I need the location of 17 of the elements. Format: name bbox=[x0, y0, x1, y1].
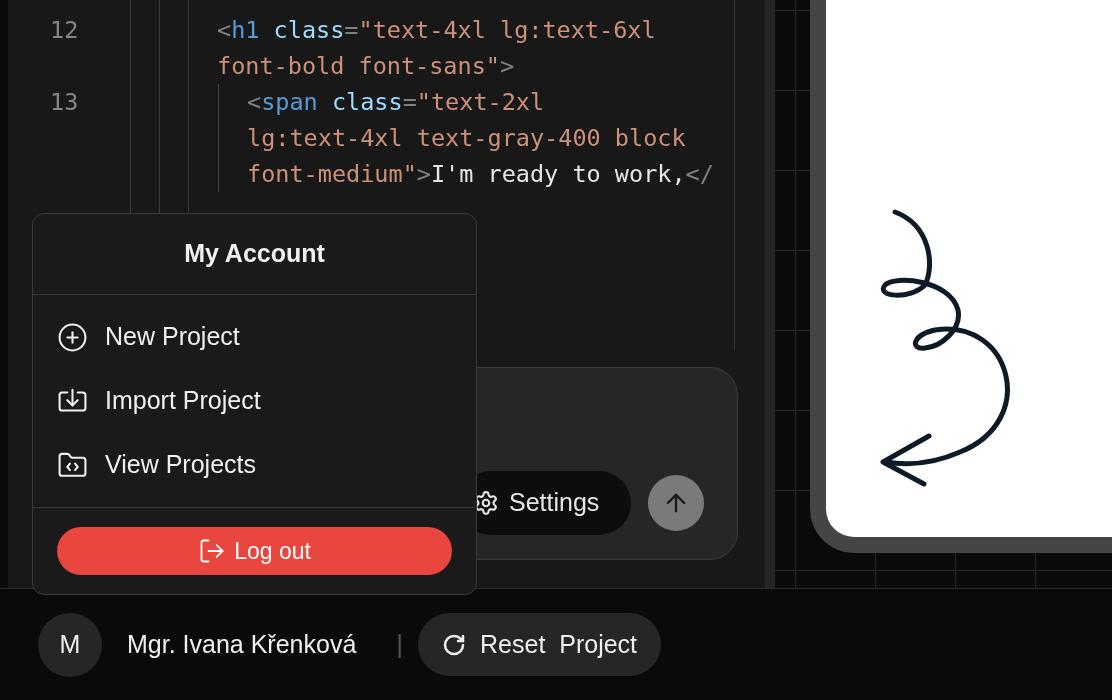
code-line: font-bold font-sans"> bbox=[217, 52, 515, 80]
separator: | bbox=[396, 628, 404, 661]
code-line: font-medium">I'm ready to work,</ bbox=[247, 160, 714, 188]
avatar[interactable]: M bbox=[38, 612, 102, 677]
send-button[interactable] bbox=[648, 475, 704, 531]
line-number: 12 bbox=[50, 16, 79, 44]
menu-title: My Account bbox=[33, 214, 476, 295]
code-line: <h1 class="text-4xl lg:text-6xl bbox=[217, 16, 656, 44]
logout-button[interactable]: Log out bbox=[57, 527, 452, 575]
plus-circle-icon bbox=[57, 321, 88, 353]
user-name: Mgr. Ivana Křenková bbox=[127, 628, 357, 660]
code-line: <span class="text-2xl bbox=[247, 88, 545, 116]
refresh-icon bbox=[442, 632, 467, 657]
line-number: 13 bbox=[50, 88, 79, 116]
reset-project-button[interactable]: Reset Project bbox=[418, 613, 662, 676]
code-line: lg:text-4xl text-gray-400 block bbox=[247, 124, 686, 152]
menu-item[interactable]: New Project bbox=[33, 305, 476, 369]
